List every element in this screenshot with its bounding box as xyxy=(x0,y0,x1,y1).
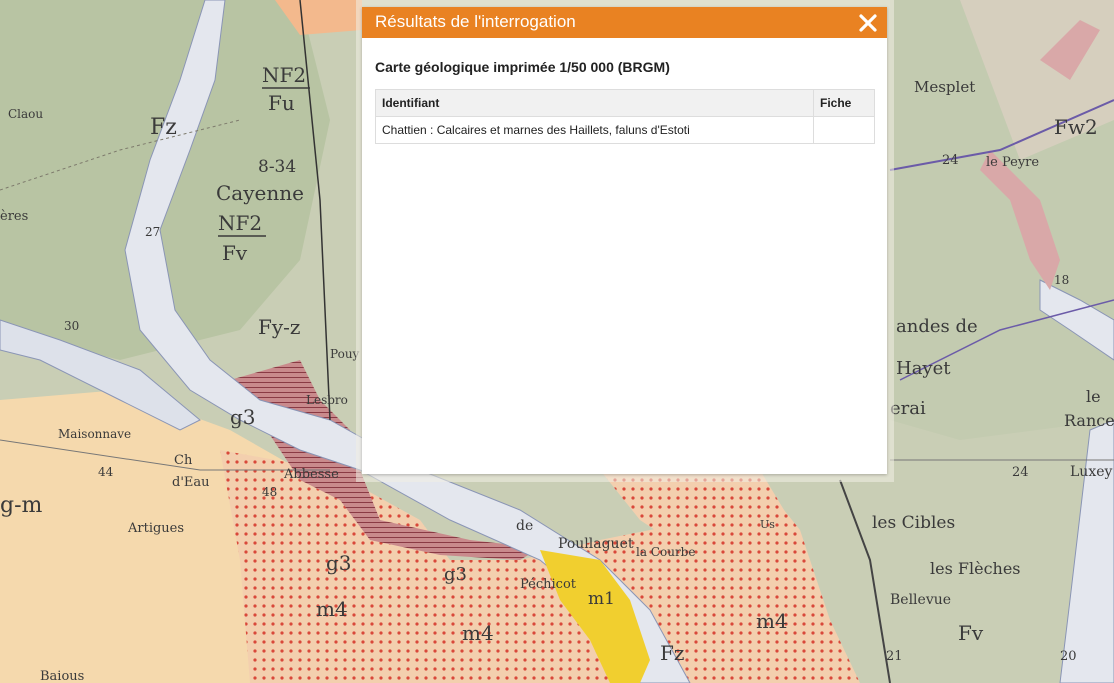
map-label-ch: Ch xyxy=(174,453,193,468)
map-label-hayet: Hayet xyxy=(896,358,951,379)
map-label-m4-c: m4 xyxy=(756,609,788,633)
column-header-fiche: Fiche xyxy=(813,89,875,117)
map-label-landes-de: andes de xyxy=(896,316,978,337)
map-label-mesplet: Mesplet xyxy=(914,78,975,96)
map-label-abbesse: Abbesse xyxy=(283,467,339,482)
map-label-les-fleches: les Flèches xyxy=(930,559,1021,578)
popup-header: Résultats de l'interrogation xyxy=(362,7,887,38)
map-label-les-cibles: les Cibles xyxy=(872,513,955,533)
map-label-claou: Claou xyxy=(8,107,43,121)
map-label-44: 44 xyxy=(98,465,114,479)
map-label-le-peyre: le Peyre xyxy=(986,155,1039,170)
map-label-nf2-b: NF2 xyxy=(218,211,262,235)
map-label-21: 21 xyxy=(886,649,903,664)
map-label-maisonnave: Maisonnave xyxy=(58,427,131,441)
layer-title: Carte géologique imprimée 1/50 000 (BRGM… xyxy=(375,59,670,75)
map-label-30: 30 xyxy=(64,319,79,333)
map-label-fy-z: Fy-z xyxy=(258,315,300,339)
map-label-8-34: 8-34 xyxy=(258,157,296,177)
map-label-de: de xyxy=(516,518,533,534)
popup-body: Carte géologique imprimée 1/50 000 (BRGM… xyxy=(362,38,887,144)
map-label-24-b: 24 xyxy=(1012,465,1029,480)
map-label-g3-a: g3 xyxy=(230,405,256,429)
map-label-cayenne: Cayenne xyxy=(216,181,304,205)
map-label-m4-b: m4 xyxy=(462,621,494,645)
map-label-nf2: NF2 xyxy=(262,63,306,87)
map-label-18: 18 xyxy=(1054,273,1069,287)
map-label-pechicot: Péchicot xyxy=(520,577,577,592)
map-label-le: le xyxy=(1086,387,1101,406)
table-row[interactable]: Chattien : Calcaires et marnes des Haill… xyxy=(375,116,875,144)
map-label-g3-c: g3 xyxy=(444,564,467,585)
map-label-fz-2: Fz xyxy=(660,641,684,665)
results-table: Identifiant Fiche Chattien : Calcaires e… xyxy=(375,89,875,144)
map-label-artigues: Artigues xyxy=(127,521,184,536)
map-label-baious: Baious xyxy=(40,669,84,683)
map-label-lesbro: Lesbro xyxy=(306,393,348,407)
map-label-poullaguet: Poullaguet xyxy=(558,536,634,552)
map-label-luxey: Luxey xyxy=(1070,464,1112,480)
table-header-row: Identifiant Fiche xyxy=(375,89,875,117)
map-label-us: Us xyxy=(760,518,775,531)
map-label-fw2: Fw2 xyxy=(1054,115,1098,139)
map-label-la-courbe: la Courbe xyxy=(636,545,695,559)
close-icon xyxy=(859,14,877,32)
map-label-48: 48 xyxy=(262,485,277,499)
cell-identifiant: Chattien : Calcaires et marnes des Haill… xyxy=(375,116,814,144)
map-label-g-m: g-m xyxy=(0,493,43,518)
map-label-fv: Fv xyxy=(222,241,248,265)
map-label-rance: Rance xyxy=(1064,411,1114,430)
cell-fiche[interactable] xyxy=(813,116,875,144)
map-label-20: 20 xyxy=(1060,649,1077,664)
map-label-bellevue: Bellevue xyxy=(890,592,951,608)
map-label-eres: ères xyxy=(0,209,28,224)
map-label-g3-b: g3 xyxy=(326,551,352,575)
map-label-m4-a: m4 xyxy=(316,597,348,621)
map-label-fz: Fz xyxy=(150,115,177,140)
map-label-fu: Fu xyxy=(268,91,295,115)
column-header-identifiant: Identifiant xyxy=(375,89,814,117)
map-label-fv-2: Fv xyxy=(958,621,984,645)
query-results-popup: Résultats de l'interrogation Carte géolo… xyxy=(362,7,887,474)
map-label-deau: d'Eau xyxy=(172,475,210,490)
popup-title: Résultats de l'interrogation xyxy=(375,12,576,31)
close-button[interactable] xyxy=(857,10,879,34)
map-label-24-a: 24 xyxy=(942,153,959,168)
map-label-27: 27 xyxy=(145,225,160,239)
map-label-m1: m1 xyxy=(588,589,615,609)
map-label-erai: erai xyxy=(890,398,926,419)
